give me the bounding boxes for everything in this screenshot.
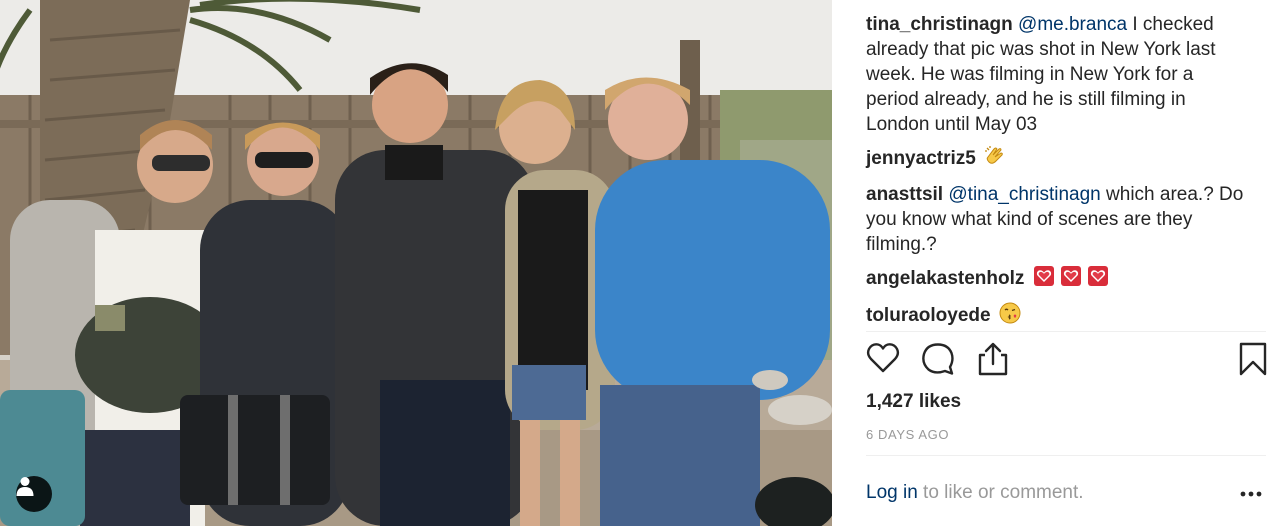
comment-username[interactable]: jennyactriz5 [866,148,976,169]
like-button[interactable] [866,342,902,378]
photo-illustration [0,0,832,526]
action-bar [866,342,1267,378]
tagged-users-icon[interactable] [16,476,52,512]
save-button[interactable] [1238,342,1274,378]
post-photo[interactable] [0,0,832,526]
comment-item: toluraoloyede [866,302,1246,331]
comment-list: tina_christinagn @me.branca I checked al… [866,12,1246,339]
share-icon [978,342,1008,376]
login-link[interactable]: Log in [866,482,918,503]
comment-item: jennyactriz5 [866,145,1246,174]
post-sidebar: tina_christinagn @me.branca I checked al… [833,0,1280,526]
comment-username[interactable]: angelakastenholz [866,268,1024,289]
comment-button[interactable] [921,342,957,378]
divider [866,455,1266,456]
speech-bubble-icon [922,343,954,375]
likes-label: likes [918,391,962,412]
heart-icon [866,343,900,373]
comment-username[interactable]: toluraoloyede [866,305,991,326]
comment-item: tina_christinagn @me.branca I checked al… [866,12,1246,137]
share-button[interactable] [976,342,1012,378]
comment-mention[interactable]: @me.branca [1018,14,1127,35]
ellipsis-icon [1240,491,1262,497]
more-options-button[interactable] [1238,484,1264,504]
comment-username[interactable]: anasttsil [866,184,943,205]
login-prompt: Log in to like or comment. [866,482,1084,504]
comment-item: angelakastenholz [866,265,1246,294]
comment-mention[interactable]: @tina_christinagn [948,184,1100,205]
likes-count[interactable]: 1,427 likes [866,391,961,413]
heart-box-emoji-icon [1033,265,1111,294]
post-timestamp[interactable]: 6 DAYS AGO [866,427,949,442]
likes-number: 1,427 [866,391,914,412]
login-prompt-text: to like or comment. [917,482,1084,503]
kissing-face-emoji-icon [999,302,1021,331]
bookmark-icon [1239,342,1267,376]
divider [866,331,1266,332]
comment-item: anasttsil @tina_christinagn which area.?… [866,182,1246,257]
comment-username[interactable]: tina_christinagn [866,14,1013,35]
person-icon [16,477,34,496]
clapping-hands-emoji-icon [984,145,1006,174]
